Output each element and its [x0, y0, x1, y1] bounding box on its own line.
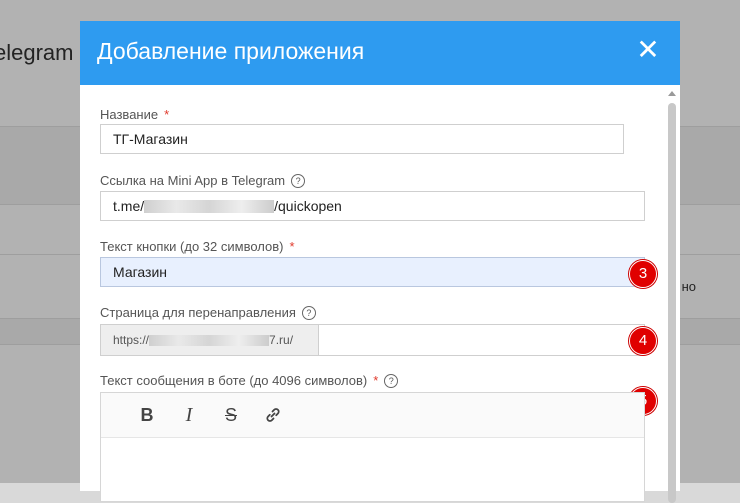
required-asterisk: *	[289, 239, 295, 254]
bot-message-label: Текст сообщения в боте (до 4096 символов…	[100, 373, 399, 388]
redirect-page-input[interactable]	[318, 324, 645, 356]
mini-app-link-label-text: Ссылка на Mini App в Telegram	[100, 173, 286, 188]
step-badge-3: 3	[629, 260, 657, 288]
redirect-page-label: Страница для перенаправления?	[100, 305, 316, 320]
link-icon[interactable]	[260, 403, 286, 427]
required-asterisk: *	[373, 373, 379, 388]
redirect-page-url-group: https:// 7.ru/	[100, 324, 645, 356]
redacted-text	[149, 335, 270, 346]
close-icon: ✕	[636, 34, 660, 65]
button-text-value: Магазин	[113, 264, 168, 280]
button-text-label: Текст кнопки (до 32 символов) *	[100, 239, 295, 254]
dialog-title: Добавление приложения	[97, 38, 365, 64]
help-icon[interactable]: ?	[301, 306, 316, 320]
scroll-up-arrow-icon[interactable]	[668, 91, 676, 96]
help-icon[interactable]: ?	[384, 374, 399, 388]
redirect-page-label-text: Страница для перенаправления	[100, 305, 296, 320]
bold-icon[interactable]: B	[134, 403, 160, 427]
italic-icon[interactable]: I	[176, 403, 202, 427]
button-text-input[interactable]: Магазин	[100, 257, 645, 287]
url-prefix-end: 7.ru/	[269, 333, 294, 347]
name-input-value: ТГ-Магазин	[113, 131, 188, 147]
scroll-thumb[interactable]	[668, 103, 676, 503]
help-icon[interactable]: ?	[291, 174, 306, 188]
strikethrough-icon[interactable]: S	[218, 403, 244, 427]
button-text-label-text: Текст кнопки (до 32 символов)	[100, 239, 284, 254]
close-button[interactable]: ✕	[634, 35, 662, 65]
bot-message-label-text: Текст сообщения в боте (до 4096 символов…	[100, 373, 368, 388]
mini-app-link-input[interactable]: t.me/ /quickopen	[100, 191, 645, 221]
redacted-text	[144, 200, 275, 213]
required-asterisk: *	[164, 107, 170, 122]
editor-toolbar: B I S	[101, 393, 644, 438]
dialog-header: Добавление приложения ✕	[80, 21, 680, 85]
step-badge-4: 4	[629, 327, 657, 355]
mini-app-link-label: Ссылка на Mini App в Telegram?	[100, 173, 306, 188]
link-value-prefix: t.me/	[113, 198, 145, 214]
link-value-suffix: /quickopen	[274, 198, 342, 214]
bot-message-editor[interactable]: B I S	[100, 392, 645, 502]
dialog-scrollbar[interactable]	[667, 91, 677, 503]
url-prefix: https:// 7.ru/	[100, 324, 319, 356]
name-field-label: Название *	[100, 107, 169, 122]
add-app-dialog: Добавление приложения ✕ Название * ТГ-Маг…	[80, 21, 680, 503]
name-label-text: Название	[100, 107, 159, 122]
name-input[interactable]: ТГ-Магазин	[100, 124, 624, 154]
url-prefix-start: https://	[113, 333, 150, 347]
